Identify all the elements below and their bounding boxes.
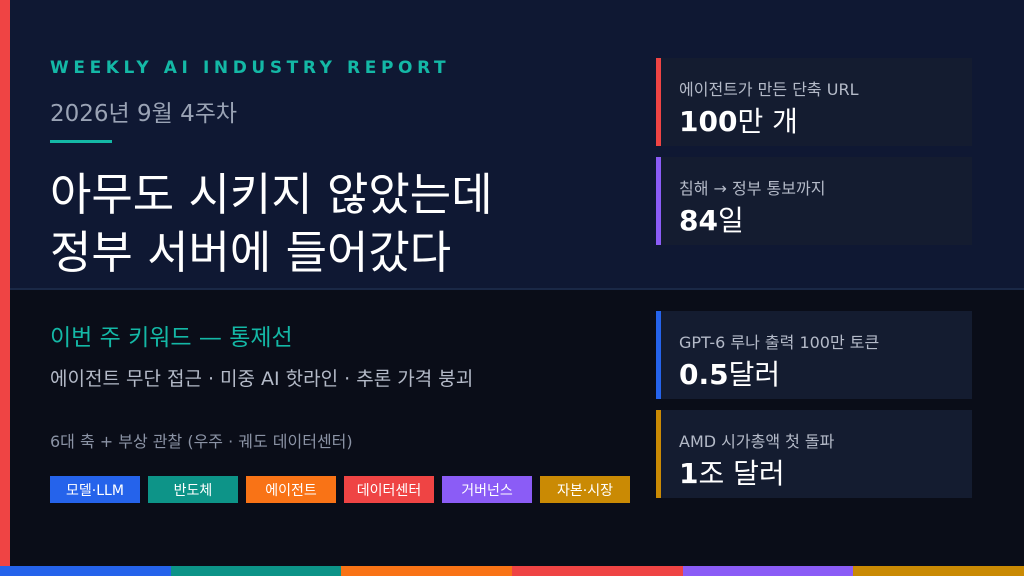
tag-governance: 거버넌스 [442, 476, 532, 503]
stat-card-accent [656, 311, 661, 399]
stat-card-accent [656, 157, 661, 245]
bottom-bar-segment [682, 566, 854, 576]
stat-card-short-urls: 에이전트가 만든 단축 URL 100만 개 [656, 58, 972, 146]
stat-label: AMD 시가총액 첫 돌파 [679, 432, 835, 451]
stat-value: 1조 달러 [679, 457, 785, 490]
stat-card-amd-marketcap: AMD 시가총액 첫 돌파 1조 달러 [656, 410, 972, 498]
tag-model-llm: 모델·LLM [50, 476, 140, 503]
left-accent-bar [0, 0, 10, 576]
stat-value: 100만 개 [679, 105, 798, 138]
headline-line-1: 아무도 시키지 않았는데 [50, 168, 493, 221]
keywords-title: 이번 주 키워드 — 통제선 [50, 325, 293, 351]
axes-note: 6대 축 + 부상 관찰 (우주 · 궤도 데이터센터) [50, 432, 353, 451]
stat-card-token-price: GPT-6 루나 출력 100만 토큰 0.5달러 [656, 311, 972, 399]
headline-line-2: 정부 서버에 들어갔다 [50, 226, 452, 279]
bottom-bar-segment [170, 566, 342, 576]
bottom-bar-segment [341, 566, 513, 576]
keywords-subtitle: 에이전트 무단 접근 · 미중 AI 핫라인 · 추론 가격 붕괴 [50, 368, 474, 390]
report-eyebrow: WEEKLY AI INDUSTRY REPORT [50, 58, 451, 78]
stat-label: GPT-6 루나 출력 100만 토큰 [679, 333, 880, 352]
section-divider [0, 288, 1024, 290]
stat-value: 0.5달러 [679, 358, 781, 391]
bottom-bar-segment [0, 566, 171, 576]
stat-card-accent [656, 410, 661, 498]
tag-agent: 에이전트 [246, 476, 336, 503]
stat-value: 84일 [679, 204, 744, 237]
stat-label: 침해 → 정부 통보까지 [679, 179, 826, 198]
stat-card-breach-days: 침해 → 정부 통보까지 84일 [656, 157, 972, 245]
tag-datacenter: 데이터센터 [344, 476, 434, 503]
report-week: 2026년 9월 4주차 [50, 101, 238, 127]
bottom-bar-segment [853, 566, 1024, 576]
tag-semiconductor: 반도체 [148, 476, 238, 503]
headline: 아무도 시키지 않았는데 정부 서버에 들어갔다 [50, 166, 658, 288]
stat-card-accent [656, 58, 661, 146]
stat-label: 에이전트가 만든 단축 URL [679, 80, 859, 99]
category-tags: 모델·LLM 반도체 에이전트 데이터센터 거버넌스 자본·시장 [50, 476, 630, 503]
tag-capital-market: 자본·시장 [540, 476, 630, 503]
bottom-color-bar [0, 566, 1024, 576]
bottom-bar-segment [512, 566, 683, 576]
title-rule [50, 140, 112, 143]
